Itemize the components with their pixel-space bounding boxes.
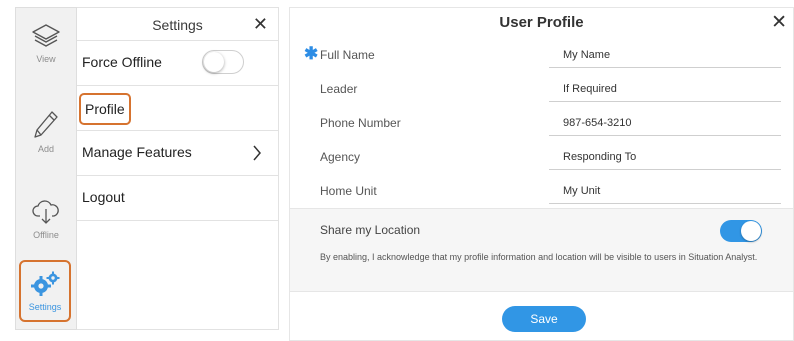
settings-row-force-offline: Force Offline bbox=[77, 41, 278, 86]
field-agency: Agency bbox=[290, 140, 794, 174]
field-phone-number: Phone Number bbox=[290, 106, 794, 140]
user-profile-panel: User Profile ✕ ✱ Full Name Leader Phone … bbox=[289, 7, 794, 341]
rail-item-view[interactable]: View bbox=[16, 8, 76, 78]
force-offline-label: Force Offline bbox=[82, 54, 162, 70]
save-button[interactable]: Save bbox=[502, 306, 586, 332]
settings-row-manage-features[interactable]: Manage Features bbox=[77, 131, 278, 176]
share-location-label: Share my Location bbox=[320, 223, 421, 237]
field-home-unit: Home Unit bbox=[290, 174, 794, 208]
manage-features-label: Manage Features bbox=[82, 144, 192, 160]
field-leader: Leader bbox=[290, 72, 794, 106]
rail-label-settings: Settings bbox=[28, 301, 62, 312]
toggle-knob bbox=[741, 221, 761, 241]
agency-label: Agency bbox=[320, 150, 361, 164]
settings-title: Settings bbox=[152, 17, 203, 33]
toggle-knob bbox=[204, 52, 224, 72]
rail-item-settings[interactable]: Settings bbox=[19, 260, 71, 322]
share-location-description: By enabling, I acknowledge that my profi… bbox=[320, 252, 758, 262]
rail-label-offline: Offline bbox=[33, 229, 59, 240]
settings-close-button[interactable]: ✕ bbox=[253, 14, 268, 35]
home-unit-input[interactable] bbox=[549, 178, 781, 204]
profile-header: User Profile ✕ bbox=[290, 8, 793, 38]
cloud-download-icon bbox=[32, 199, 59, 224]
full-name-input[interactable] bbox=[549, 42, 781, 68]
full-name-label: Full Name bbox=[320, 48, 375, 62]
field-full-name: ✱ Full Name bbox=[290, 38, 794, 72]
chevron-right-icon bbox=[253, 145, 261, 161]
agency-input[interactable] bbox=[549, 144, 781, 170]
settings-panel: Settings ✕ Force Offline Profile Manage … bbox=[77, 7, 279, 330]
logout-label: Logout bbox=[82, 189, 125, 205]
settings-row-profile[interactable]: Profile bbox=[77, 86, 278, 131]
share-location-toggle[interactable] bbox=[720, 220, 762, 242]
phone-number-input[interactable] bbox=[549, 110, 781, 136]
profile-label: Profile bbox=[79, 93, 131, 125]
leader-label: Leader bbox=[320, 82, 358, 96]
share-location-section: Share my Location By enabling, I acknowl… bbox=[290, 208, 793, 292]
rail-label-add: Add bbox=[37, 143, 54, 154]
layers-icon bbox=[32, 23, 60, 47]
required-asterisk-icon: ✱ bbox=[304, 44, 319, 63]
profile-close-button[interactable]: ✕ bbox=[771, 11, 787, 34]
settings-row-logout[interactable]: Logout bbox=[77, 176, 278, 221]
pencil-icon bbox=[34, 110, 58, 138]
leader-input[interactable] bbox=[549, 76, 781, 102]
rail-item-offline[interactable]: Offline bbox=[16, 184, 76, 254]
force-offline-toggle[interactable] bbox=[202, 50, 244, 74]
settings-header: Settings ✕ bbox=[77, 8, 278, 41]
phone-number-label: Phone Number bbox=[320, 116, 401, 130]
profile-title: User Profile bbox=[499, 14, 584, 31]
rail-label-view: View bbox=[36, 53, 56, 64]
rail-item-add[interactable]: Add bbox=[16, 96, 76, 166]
nav-rail: View Add Offline Settings bbox=[15, 7, 77, 330]
gears-icon bbox=[31, 271, 60, 296]
home-unit-label: Home Unit bbox=[320, 184, 377, 198]
